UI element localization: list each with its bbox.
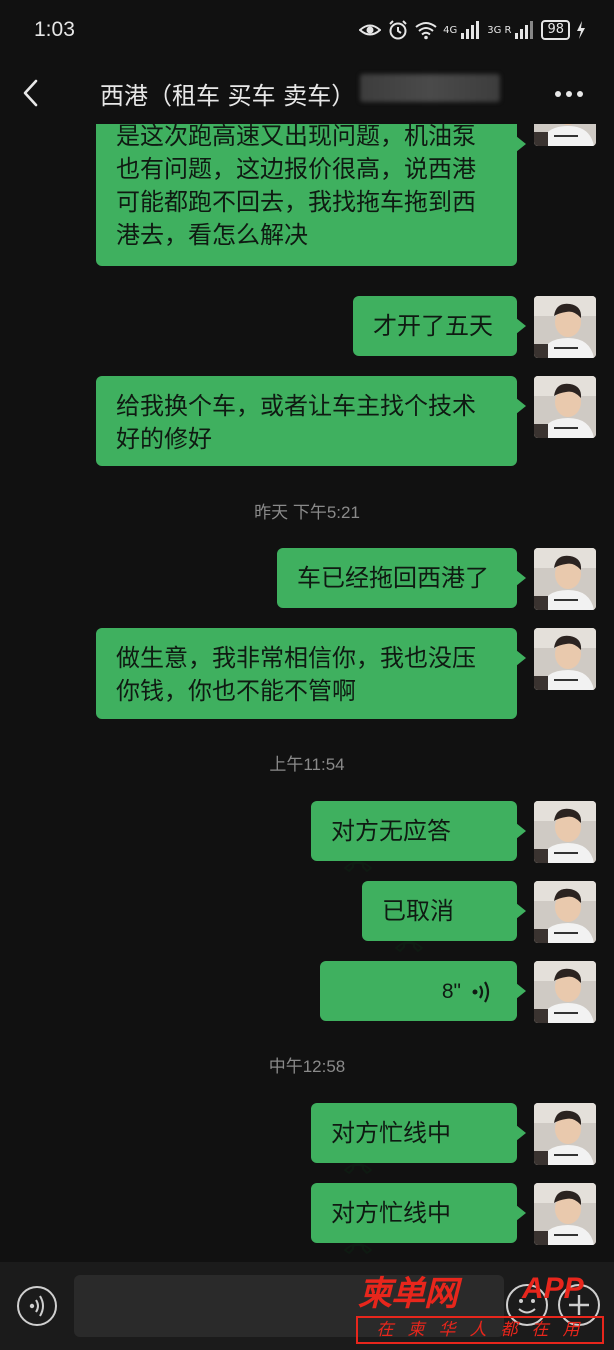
message-text: 是这次跑高速又出现问题，机油泵也有问题，这边报价很高，说西港可能都跑不回去，我找… bbox=[116, 124, 476, 249]
message-text: 做生意，我非常相信你，我也没压你钱，你也不能不管啊 bbox=[116, 644, 476, 705]
watermark-main: 柬单网 bbox=[358, 1274, 458, 1314]
call-record-bubble[interactable]: 对方忙线中 bbox=[311, 1183, 526, 1254]
watermark: 柬单网 APP 在柬华人都在用 bbox=[356, 1266, 606, 1348]
call-status-text: 已取消 bbox=[382, 897, 454, 925]
avatar[interactable] bbox=[534, 628, 596, 690]
status-time: 1:03 bbox=[34, 18, 75, 41]
call-record-bubble[interactable]: 对方忙线中 bbox=[311, 1103, 526, 1174]
hangup-icon bbox=[344, 1163, 372, 1174]
call-status-text: 对方忙线中 bbox=[331, 1199, 451, 1227]
hangup-icon bbox=[344, 1243, 372, 1254]
avatar[interactable] bbox=[534, 961, 596, 1023]
back-arrow-icon[interactable] bbox=[18, 76, 48, 110]
message-bubble[interactable]: 做生意，我非常相信你，我也没压你钱，你也不能不管啊 bbox=[96, 628, 526, 719]
call-status-text: 对方忙线中 bbox=[331, 1119, 451, 1147]
redacted-name bbox=[360, 74, 500, 102]
voice-duration: 8" bbox=[441, 980, 461, 1003]
voice-input-icon[interactable] bbox=[17, 1286, 57, 1326]
avatar-photo bbox=[534, 1183, 596, 1245]
avatar-photo bbox=[534, 801, 596, 863]
signal-icon bbox=[461, 21, 480, 39]
message-list[interactable]: 是这次跑高速又出现问题，机油泵也有问题，这边报价很高，说西港可能都跑不回去，我找… bbox=[0, 124, 614, 1262]
call-record-bubble[interactable]: 对方无应答 bbox=[311, 801, 526, 872]
avatar-photo bbox=[534, 124, 596, 146]
avatar-photo bbox=[534, 548, 596, 610]
message-text: 车已经拖回西港了 bbox=[297, 564, 489, 592]
avatar[interactable] bbox=[534, 124, 596, 146]
hangup-icon bbox=[395, 941, 423, 952]
timestamp: 昨天 下午5:21 bbox=[254, 503, 360, 522]
avatar[interactable] bbox=[534, 548, 596, 610]
battery-icon: 98 bbox=[541, 20, 570, 40]
avatar[interactable] bbox=[534, 801, 596, 863]
message-text: 才开了五天 bbox=[373, 312, 493, 340]
avatar[interactable] bbox=[534, 1103, 596, 1165]
avatar[interactable] bbox=[534, 881, 596, 943]
voice-message-bubble[interactable]: 8" bbox=[320, 961, 526, 1021]
call-status-text: 对方无应答 bbox=[331, 817, 451, 845]
chat-header: 西港（租车 买车 卖车） bbox=[0, 60, 614, 124]
chat-title[interactable]: 西港（租车 买车 卖车） bbox=[100, 76, 355, 111]
more-icon[interactable] bbox=[554, 90, 584, 98]
watermark-slogan: 在柬华人都在用 bbox=[356, 1316, 604, 1344]
avatar-photo bbox=[534, 296, 596, 358]
signal-icon-2 bbox=[515, 21, 534, 39]
avatar[interactable] bbox=[534, 296, 596, 358]
wifi-icon bbox=[415, 22, 437, 40]
network-label-1: 4G bbox=[443, 24, 458, 36]
timestamp: 上午11:54 bbox=[269, 755, 345, 774]
message-bubble[interactable]: 车已经拖回西港了 bbox=[277, 548, 526, 608]
avatar[interactable] bbox=[534, 1183, 596, 1245]
avatar-photo bbox=[534, 961, 596, 1023]
alarm-icon bbox=[389, 20, 407, 40]
timestamp: 中午12:58 bbox=[268, 1057, 346, 1076]
status-icons: 4G 3G R 98 bbox=[359, 20, 586, 40]
message-bubble[interactable]: 才开了五天 bbox=[353, 296, 526, 356]
message-text: 给我换个车，或者让车主找个技术好的修好 bbox=[116, 392, 476, 453]
network-label-2: 3G R bbox=[487, 24, 512, 36]
avatar-photo bbox=[534, 376, 596, 438]
message-bubble[interactable]: 是这次跑高速又出现问题，机油泵也有问题，这边报价很高，说西港可能都跑不回去，我找… bbox=[96, 124, 526, 266]
avatar-photo bbox=[534, 1103, 596, 1165]
call-record-bubble[interactable]: 已取消 bbox=[362, 881, 526, 952]
voice-wave-icon bbox=[472, 981, 490, 1003]
watermark-app: APP bbox=[522, 1272, 584, 1305]
avatar-photo bbox=[534, 628, 596, 690]
avatar[interactable] bbox=[534, 376, 596, 438]
message-bubble[interactable]: 给我换个车，或者让车主找个技术好的修好 bbox=[96, 376, 526, 466]
status-bar: 1:03 4G 3G R 98 bbox=[0, 0, 614, 60]
hangup-icon bbox=[344, 861, 372, 872]
avatar-photo bbox=[534, 881, 596, 943]
charging-icon bbox=[577, 21, 585, 39]
eye-icon bbox=[359, 24, 382, 36]
